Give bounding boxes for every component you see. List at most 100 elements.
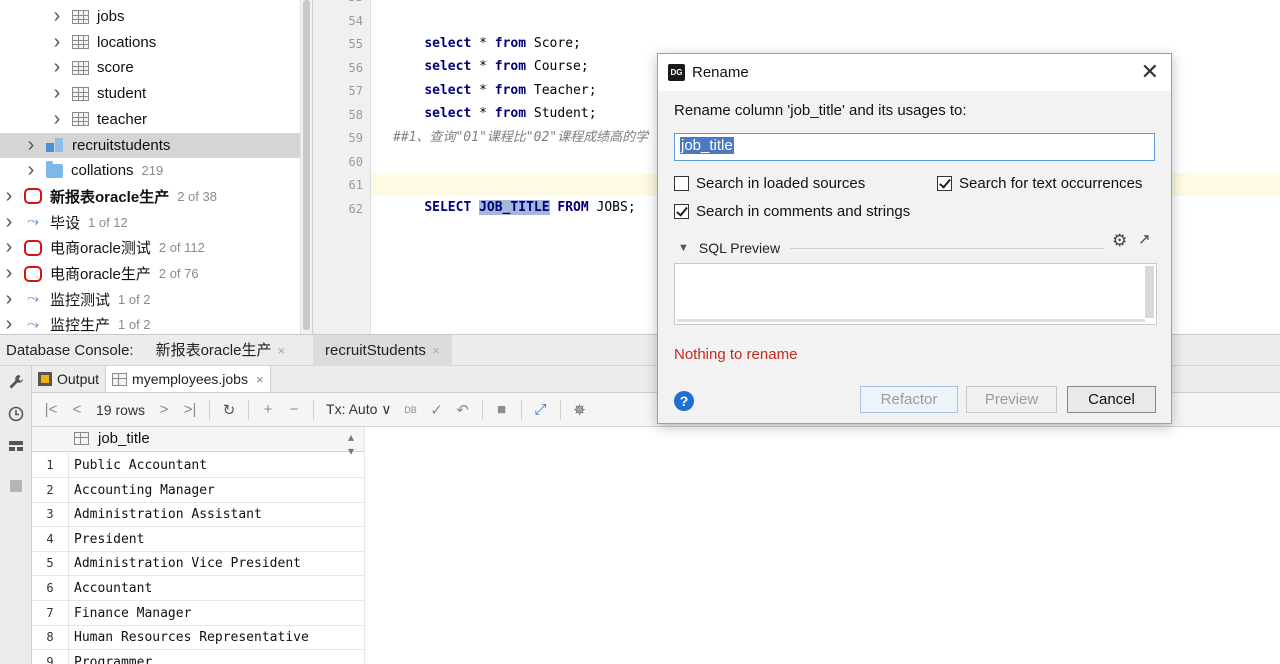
pin-icon[interactable]: ✵ (573, 401, 587, 419)
expand-arrow-icon[interactable]: › (50, 108, 64, 131)
close-icon[interactable]: × (277, 343, 285, 358)
sql-preview-toggle[interactable]: ▼ SQL Preview (674, 238, 1104, 258)
tree-item[interactable]: › ⤳ 监控生产 1 of 2 (0, 312, 300, 334)
preview-button[interactable]: Preview (966, 386, 1057, 413)
tree-item[interactable]: › locations (0, 30, 300, 55)
expand-arrow-icon[interactable]: › (2, 236, 16, 259)
submit-check-icon[interactable]: ✓ (430, 401, 444, 419)
add-row-icon[interactable]: + (261, 401, 275, 418)
expand-arrow-icon[interactable]: › (2, 211, 16, 234)
next-page-icon[interactable]: > (157, 401, 171, 418)
code-line[interactable]: select * from Teacher; (393, 56, 596, 98)
row-number[interactable]: 3 (32, 502, 68, 527)
grid-header[interactable]: job_title ▴ ▾ (32, 427, 364, 458)
vertical-scrollbar[interactable] (1145, 266, 1154, 318)
checkbox-box[interactable] (937, 176, 952, 191)
close-icon[interactable]: ✕ (1141, 60, 1159, 84)
tree-item[interactable]: › collations 219 (0, 158, 300, 183)
tree-item[interactable]: › recruitstudents (0, 132, 300, 158)
expand-arrow-icon[interactable]: › (50, 5, 64, 28)
tab-console-oracle[interactable]: 新报表oracle生产 × (156, 335, 297, 366)
tab-output[interactable]: Output (32, 366, 105, 392)
row-number[interactable]: 4 (32, 527, 68, 552)
rollback-icon[interactable]: ↶ (456, 401, 470, 419)
code-line-current[interactable]: SELECT JOB_TITLE FROM JOBS; (393, 173, 636, 215)
tree-item[interactable]: › jobs (0, 4, 300, 29)
table-row[interactable]: 8 Human Resources Representative (32, 625, 364, 651)
row-number[interactable]: 8 (32, 625, 68, 650)
expand-arrow-icon[interactable]: › (2, 288, 16, 311)
layout-icon[interactable] (6, 438, 26, 458)
result-grid[interactable]: job_title ▴ ▾ 1 Public Accountant 2 Accounti… (32, 427, 364, 664)
column-header-job-title[interactable]: job_title (98, 430, 150, 447)
table-row[interactable]: 9 Programmer (32, 649, 364, 664)
refactor-button[interactable]: Refactor (860, 386, 958, 413)
table-cell[interactable]: Administration Assistant (68, 502, 364, 528)
expand-arrow-icon[interactable]: › (2, 185, 16, 208)
checkbox-box[interactable] (674, 176, 689, 191)
tree-item[interactable]: › ⤳ 监控测试 1 of 2 (0, 287, 300, 312)
expand-arrow-icon[interactable]: › (50, 82, 64, 105)
table-cell[interactable]: Human Resources Representative (68, 625, 364, 651)
row-number[interactable]: 7 (32, 601, 68, 626)
cancel-query-icon[interactable]: ■ (495, 401, 509, 418)
db-commit-icon[interactable]: DB (404, 405, 418, 415)
table-row[interactable]: 7 Finance Manager (32, 600, 364, 626)
table-cell[interactable]: Public Accountant (68, 453, 364, 478)
gear-icon[interactable]: ⚙ (1112, 231, 1127, 251)
table-cell[interactable]: Programmer (68, 649, 364, 664)
table-row[interactable]: 6 Accountant (32, 576, 364, 601)
prev-page-icon[interactable]: < (70, 401, 84, 418)
table-cell[interactable]: President (68, 526, 364, 552)
table-row[interactable]: 3 Administration Assistant (32, 502, 364, 528)
tree-item[interactable]: › teacher (0, 107, 300, 132)
table-row[interactable]: 1 Public Accountant (32, 453, 364, 478)
tree-scrollbar-thumb[interactable] (303, 0, 310, 330)
code-line[interactable]: select * from Course; (393, 32, 588, 74)
row-number[interactable]: 2 (32, 478, 68, 503)
tab-myemployees-jobs[interactable]: myemployees.jobs × (105, 366, 271, 392)
delete-row-icon[interactable]: − (287, 401, 301, 418)
stop-icon[interactable] (6, 478, 26, 498)
tree-item[interactable]: › ⤳ 毕设 1 of 12 (0, 210, 300, 235)
table-cell[interactable]: Administration Vice President (68, 551, 364, 577)
row-count[interactable]: 19 rows (96, 402, 145, 418)
tree-item[interactable]: › 电商oracle测试 2 of 112 (0, 235, 300, 260)
code-comment[interactable]: ##1、查询"01"课程比"02"课程成绩高的学 (393, 126, 648, 149)
help-button[interactable]: ? (674, 391, 694, 411)
collapse-triangle-icon[interactable]: ▼ (678, 242, 689, 254)
search-comments-strings-checkbox[interactable]: Search in comments and strings (674, 203, 910, 220)
table-cell[interactable]: Accountant (68, 576, 364, 601)
search-text-occurrences-checkbox[interactable]: Search for text occurrences (937, 175, 1142, 192)
popout-icon[interactable]: ↗ (1138, 230, 1151, 248)
compare-icon[interactable]: ⤢ (534, 401, 548, 418)
tab-console-recruitstudents[interactable]: recruitStudents × (313, 334, 452, 366)
cancel-button[interactable]: Cancel (1067, 386, 1156, 413)
new-name-input[interactable] (674, 133, 1155, 161)
close-icon[interactable]: × (432, 343, 440, 358)
search-loaded-sources-checkbox[interactable]: Search in loaded sources (674, 175, 865, 192)
row-number[interactable]: 9 (32, 650, 68, 664)
wrench-icon[interactable] (6, 374, 26, 394)
table-row[interactable]: 5 Administration Vice President (32, 551, 364, 577)
tree-item[interactable]: › student (0, 81, 300, 106)
table-cell[interactable]: Accounting Manager (68, 477, 364, 503)
highlighted-identifier[interactable]: JOB_TITLE (479, 200, 550, 215)
code-line[interactable]: select * from Score; (393, 9, 581, 51)
expand-arrow-icon[interactable]: › (24, 159, 38, 182)
tree-item[interactable]: › 电商oracle生产 2 of 76 (0, 261, 300, 286)
transaction-mode-dropdown[interactable]: Tx: Auto ∨ (326, 401, 392, 418)
expand-arrow-icon[interactable]: › (24, 134, 38, 157)
first-page-icon[interactable]: |< (44, 401, 58, 418)
tree-item[interactable]: › score (0, 55, 300, 80)
tree-scrollbar[interactable] (300, 0, 312, 334)
horizontal-scrollbar[interactable] (677, 319, 1145, 322)
table-row[interactable]: 4 President (32, 526, 364, 552)
tree-item[interactable]: › 新报表oracle生产 2 of 38 (0, 184, 300, 209)
expand-arrow-icon[interactable]: › (2, 262, 16, 285)
expand-arrow-icon[interactable]: › (2, 313, 16, 334)
expand-arrow-icon[interactable]: › (50, 56, 64, 79)
refresh-icon[interactable]: ↻ (222, 401, 236, 419)
last-page-icon[interactable]: >| (183, 401, 197, 418)
sql-preview-area[interactable] (674, 263, 1157, 325)
